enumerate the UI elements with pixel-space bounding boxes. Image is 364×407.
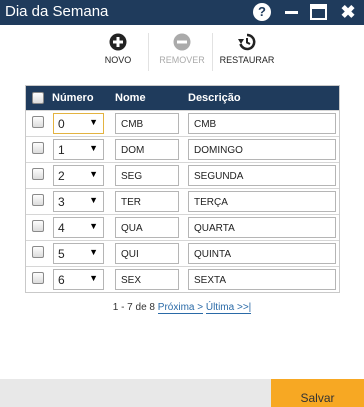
row-checkbox[interactable]: [32, 272, 44, 284]
minimize-icon[interactable]: [283, 3, 301, 21]
window-title: Dia da Semana: [5, 3, 109, 20]
table-row: 1 ▼ DOM DOMINGO: [26, 136, 339, 162]
remover-label: REMOVER: [159, 55, 205, 65]
restaurar-label: RESTAURAR: [219, 55, 275, 65]
dropdown-arrow-icon: ▼: [89, 273, 98, 283]
select-all-checkbox[interactable]: [32, 92, 44, 104]
numero-select[interactable]: 1 ▼: [53, 139, 104, 160]
table-row: 5 ▼ QUI QUINTA: [26, 240, 339, 266]
descricao-field[interactable]: TERÇA: [188, 191, 336, 212]
last-page-link[interactable]: Última >>|: [205, 302, 252, 314]
weekday-table: Número Nome Descrição 0 ▼ CMB CMB 1 ▼ DOM …: [25, 85, 340, 293]
close-icon[interactable]: ✖: [339, 3, 357, 21]
table-row: 4 ▼ QUA QUARTA: [26, 214, 339, 240]
dropdown-arrow-icon: ▼: [89, 221, 98, 231]
row-checkbox[interactable]: [32, 168, 44, 180]
row-checkbox[interactable]: [32, 142, 44, 154]
numero-value: 5: [58, 247, 65, 261]
help-icon[interactable]: ?: [253, 3, 271, 21]
column-header-nome: Nome: [115, 92, 146, 104]
toolbar: NOVO REMOVER RESTAURAR: [0, 25, 364, 75]
novo-label: NOVO: [104, 55, 132, 65]
footer-bar: Salvar: [0, 379, 364, 407]
nome-field[interactable]: TER: [115, 191, 179, 212]
numero-select[interactable]: 3 ▼: [53, 191, 104, 212]
numero-value: 2: [58, 169, 65, 183]
nome-field[interactable]: QUA: [115, 217, 179, 238]
minus-circle-icon: [173, 33, 191, 51]
numero-select[interactable]: 2 ▼: [53, 165, 104, 186]
save-button[interactable]: Salvar: [271, 379, 364, 407]
table-row: 0 ▼ CMB CMB: [26, 110, 339, 136]
maximize-icon[interactable]: [310, 4, 327, 20]
table-row: 6 ▼ SEX SEXTA: [26, 266, 339, 292]
next-page-link[interactable]: Próxima >: [157, 302, 204, 314]
restore-history-icon: [238, 33, 256, 51]
numero-select[interactable]: 0 ▼: [53, 113, 104, 134]
novo-button[interactable]: NOVO: [101, 33, 135, 65]
restaurar-button[interactable]: RESTAURAR: [218, 33, 276, 65]
dropdown-arrow-icon: ▼: [89, 117, 98, 127]
dropdown-arrow-icon: ▼: [89, 143, 98, 153]
numero-value: 3: [58, 195, 65, 209]
row-checkbox[interactable]: [32, 194, 44, 206]
toolbar-divider: [212, 33, 213, 71]
toolbar-divider: [148, 33, 149, 71]
numero-value: 6: [58, 273, 65, 287]
dropdown-arrow-icon: ▼: [89, 247, 98, 257]
remover-button[interactable]: REMOVER: [158, 33, 206, 65]
table-header: Número Nome Descrição: [26, 86, 339, 110]
row-checkbox[interactable]: [32, 116, 44, 128]
numero-select[interactable]: 5 ▼: [53, 243, 104, 264]
numero-value: 1: [58, 143, 65, 157]
row-checkbox[interactable]: [32, 220, 44, 232]
descricao-field[interactable]: SEGUNDA: [188, 165, 336, 186]
title-bar: Dia da Semana ? ✖: [0, 0, 364, 25]
descricao-field[interactable]: DOMINGO: [188, 139, 336, 160]
dropdown-arrow-icon: ▼: [89, 169, 98, 179]
descricao-field[interactable]: CMB: [188, 113, 336, 134]
row-checkbox[interactable]: [32, 246, 44, 258]
descricao-field[interactable]: QUINTA: [188, 243, 336, 264]
dropdown-arrow-icon: ▼: [89, 195, 98, 205]
descricao-field[interactable]: QUARTA: [188, 217, 336, 238]
table-row: 3 ▼ TER TERÇA: [26, 188, 339, 214]
pagination: 1 - 7 de 8 Próxima > Última >>|: [0, 302, 364, 314]
nome-field[interactable]: SEX: [115, 269, 179, 290]
numero-value: 0: [58, 117, 65, 131]
descricao-field[interactable]: SEXTA: [188, 269, 336, 290]
nome-field[interactable]: DOM: [115, 139, 179, 160]
table-row: 2 ▼ SEG SEGUNDA: [26, 162, 339, 188]
nome-field[interactable]: QUI: [115, 243, 179, 264]
plus-circle-icon: [109, 33, 127, 51]
column-header-descricao: Descrição: [188, 92, 241, 104]
nome-field[interactable]: SEG: [115, 165, 179, 186]
nome-field[interactable]: CMB: [115, 113, 179, 134]
numero-value: 4: [58, 221, 65, 235]
numero-select[interactable]: 6 ▼: [53, 269, 104, 290]
pagination-range: 1 - 7 de 8: [112, 302, 155, 313]
column-header-numero: Número: [52, 92, 94, 104]
numero-select[interactable]: 4 ▼: [53, 217, 104, 238]
